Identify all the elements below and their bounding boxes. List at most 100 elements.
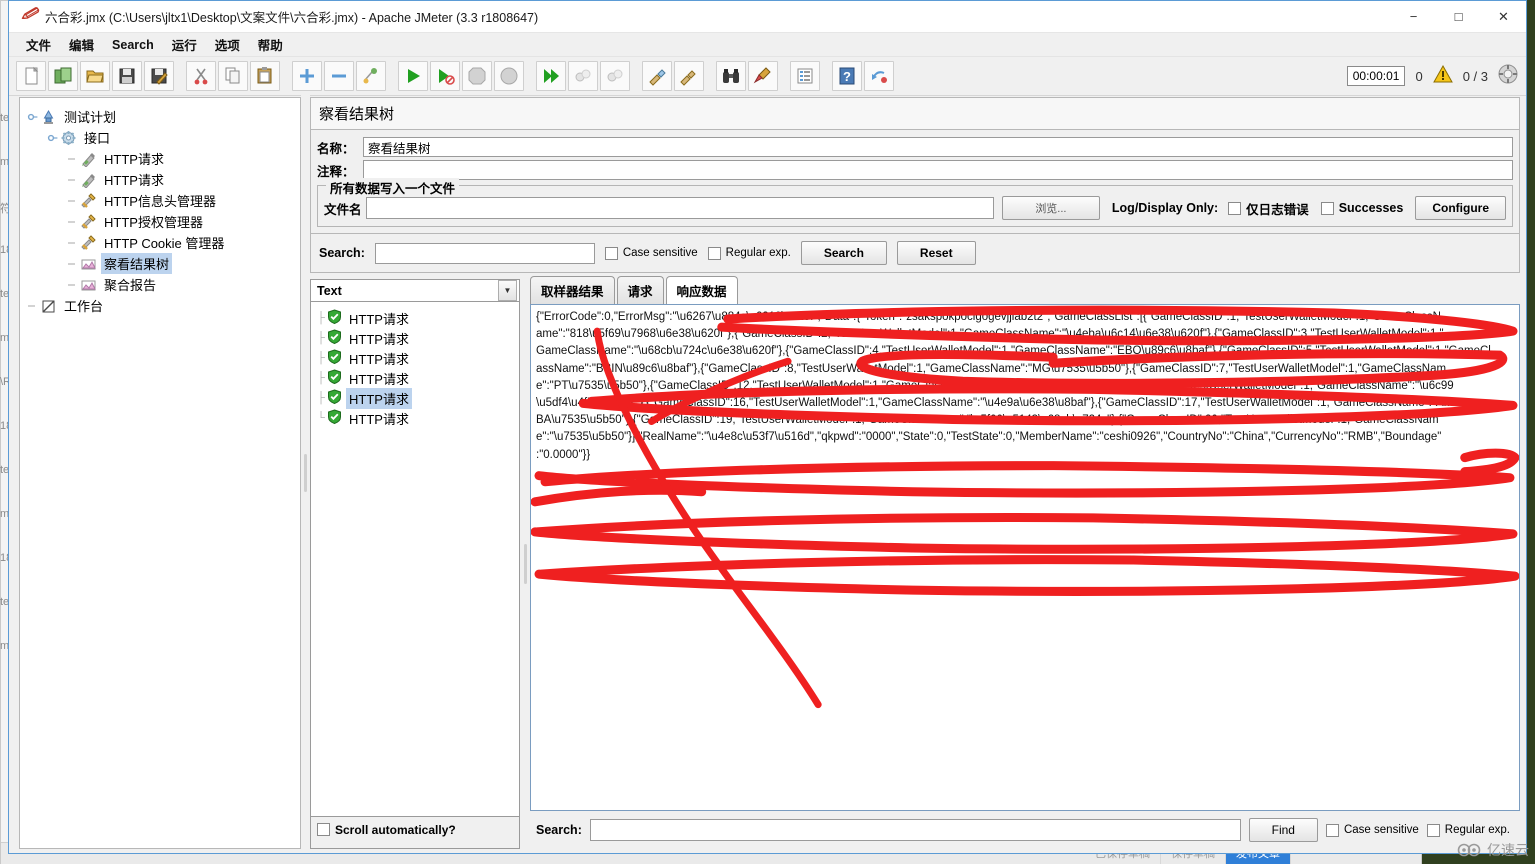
errors-only-checkbox[interactable]: 仅日志错误 bbox=[1228, 199, 1309, 218]
open-icon[interactable] bbox=[80, 61, 110, 91]
active-thread-count: 0 / 3 bbox=[1462, 68, 1488, 84]
shutdown-remote-icon[interactable] bbox=[600, 61, 630, 91]
success-shield-icon bbox=[327, 389, 342, 407]
browse-button[interactable]: 浏览... bbox=[1001, 196, 1100, 220]
name-field-row: 名称： bbox=[317, 137, 1513, 157]
search-icon[interactable] bbox=[716, 61, 746, 91]
collapse-icon[interactable] bbox=[324, 61, 354, 91]
results-splitter[interactable] bbox=[520, 279, 530, 849]
search-label: Search: bbox=[319, 246, 365, 260]
sampler-result-label: HTTP请求 bbox=[349, 411, 409, 427]
find-regex-box[interactable] bbox=[1426, 823, 1440, 837]
menu-help[interactable]: 帮助 bbox=[249, 33, 292, 56]
tree-node-1[interactable]: 接口 bbox=[26, 127, 300, 148]
start-icon[interactable] bbox=[398, 61, 428, 91]
undo-icon[interactable] bbox=[864, 61, 894, 91]
main-splitter[interactable] bbox=[301, 93, 310, 853]
reset-button[interactable]: Reset bbox=[896, 241, 976, 265]
response-line: GameClassName":"\u68cb\u724c\u6e38\u620f… bbox=[536, 345, 1491, 358]
successes-checkbox[interactable]: Successes bbox=[1320, 201, 1403, 215]
element-config-panel: 察看结果树 名称： 注释： 所有数据写入一个文件 文件名 bbox=[310, 97, 1520, 849]
tree-expander-icon[interactable] bbox=[46, 131, 59, 144]
search-input[interactable] bbox=[374, 242, 595, 264]
close-button[interactable]: ✕ bbox=[1481, 1, 1526, 32]
start-no-pause-icon[interactable] bbox=[430, 61, 460, 91]
search-regex-checkbox[interactable]: Regular exp. bbox=[707, 246, 791, 260]
search-case-sensitive-box[interactable] bbox=[604, 246, 618, 260]
toggle-icon[interactable] bbox=[356, 61, 386, 91]
search-regex-box[interactable] bbox=[707, 246, 721, 260]
render-selector[interactable]: Text ▼ bbox=[310, 279, 520, 302]
bottom-search-input[interactable] bbox=[589, 819, 1241, 841]
find-button[interactable]: Find bbox=[1248, 818, 1318, 842]
comment-input[interactable] bbox=[363, 160, 1513, 180]
tab-request[interactable]: 请求 bbox=[616, 276, 664, 304]
search-button[interactable]: Search bbox=[800, 241, 887, 265]
sampler-result-item[interactable]: ├ HTTP请求 bbox=[315, 368, 519, 388]
start-remote-icon[interactable] bbox=[536, 61, 566, 91]
expand-icon[interactable] bbox=[292, 61, 322, 91]
stop-all-threads-icon[interactable] bbox=[1498, 64, 1518, 89]
scroll-automatically-checkbox[interactable]: Scroll automatically? bbox=[317, 823, 456, 837]
sampler-result-item[interactable]: ├ HTTP请求 bbox=[315, 328, 519, 348]
shutdown-icon[interactable] bbox=[494, 61, 524, 91]
tree-node-0[interactable]: 测试计划 bbox=[26, 106, 300, 127]
tree-node-2[interactable]: HTTP请求 bbox=[26, 148, 300, 169]
stop-remote-icon[interactable] bbox=[568, 61, 598, 91]
menu-file[interactable]: 文件 bbox=[17, 33, 60, 56]
thread-group-icon bbox=[59, 129, 78, 146]
sampler-result-item[interactable]: ├ HTTP请求 bbox=[315, 348, 519, 368]
clear-all-icon[interactable] bbox=[674, 61, 704, 91]
clear-icon[interactable] bbox=[642, 61, 672, 91]
menu-edit[interactable]: 编辑 bbox=[60, 33, 103, 56]
filename-input[interactable] bbox=[366, 197, 994, 219]
tree-node-6[interactable]: HTTP Cookie 管理器 bbox=[26, 232, 300, 253]
tree-expander-icon[interactable] bbox=[26, 110, 39, 123]
name-input[interactable] bbox=[363, 137, 1513, 157]
chevron-down-icon[interactable]: ▼ bbox=[498, 280, 517, 301]
search-case-sensitive-checkbox[interactable]: Case sensitive bbox=[604, 246, 698, 260]
tree-node-5[interactable]: HTTP授权管理器 bbox=[26, 211, 300, 232]
maximize-button[interactable]: □ bbox=[1436, 1, 1481, 32]
search-reset-icon[interactable] bbox=[748, 61, 778, 91]
response-line: e":"PT\u7535\u5b50"},{"GameClassID":12,"… bbox=[536, 379, 1454, 392]
menu-options[interactable]: 选项 bbox=[206, 33, 249, 56]
function-helper-icon[interactable] bbox=[790, 61, 820, 91]
tree-node-7[interactable]: 察看结果树 bbox=[26, 253, 300, 274]
save-as-icon[interactable] bbox=[144, 61, 174, 91]
tab-sampler-result[interactable]: 取样器结果 bbox=[530, 276, 615, 304]
save-icon[interactable] bbox=[112, 61, 142, 91]
tree-node-label: HTTP信息头管理器 bbox=[104, 194, 216, 209]
tab-response-data[interactable]: 响应数据 bbox=[665, 276, 738, 304]
successes-box[interactable] bbox=[1320, 201, 1334, 215]
sampler-result-item[interactable]: └ HTTP请求 bbox=[315, 408, 519, 428]
cut-icon[interactable] bbox=[186, 61, 216, 91]
sampler-result-label: HTTP请求 bbox=[349, 351, 409, 367]
response-data-area[interactable]: {"ErrorCode":0,"ErrorMsg":"\u6267\u884c\… bbox=[530, 304, 1520, 811]
paste-icon[interactable] bbox=[250, 61, 280, 91]
find-case-sensitive-checkbox[interactable]: Case sensitive bbox=[1325, 823, 1419, 837]
filename-label: 文件名 bbox=[324, 202, 362, 217]
warning-icon[interactable] bbox=[1432, 64, 1453, 88]
tree-node-9[interactable]: 工作台 bbox=[26, 295, 300, 316]
minimize-button[interactable]: − bbox=[1391, 1, 1436, 32]
sampler-result-item[interactable]: ├ HTTP请求 bbox=[315, 387, 519, 409]
tree-node-3[interactable]: HTTP请求 bbox=[26, 169, 300, 190]
scroll-automatically-box[interactable] bbox=[317, 823, 330, 836]
templates-icon[interactable] bbox=[48, 61, 78, 91]
stop-icon[interactable] bbox=[462, 61, 492, 91]
window-title: 六合彩.jmx (C:\Users\jltx1\Desktop\文案文件\六合彩… bbox=[45, 11, 539, 25]
menu-search[interactable]: Search bbox=[103, 36, 163, 54]
find-case-sensitive-box[interactable] bbox=[1325, 823, 1339, 837]
copy-icon[interactable] bbox=[218, 61, 248, 91]
sampler-result-item[interactable]: ├ HTTP请求 bbox=[315, 308, 519, 328]
tree-node-label: HTTP Cookie 管理器 bbox=[104, 236, 225, 251]
tree-node-4[interactable]: HTTP信息头管理器 bbox=[26, 190, 300, 211]
configure-button[interactable]: Configure bbox=[1415, 196, 1506, 220]
errors-only-box[interactable] bbox=[1228, 201, 1242, 215]
tree-node-8[interactable]: 聚合报告 bbox=[26, 274, 300, 295]
help-icon[interactable]: ? bbox=[832, 61, 862, 91]
new-icon[interactable] bbox=[16, 61, 46, 91]
find-regex-checkbox[interactable]: Regular exp. bbox=[1426, 823, 1510, 837]
menu-run[interactable]: 运行 bbox=[163, 33, 206, 56]
